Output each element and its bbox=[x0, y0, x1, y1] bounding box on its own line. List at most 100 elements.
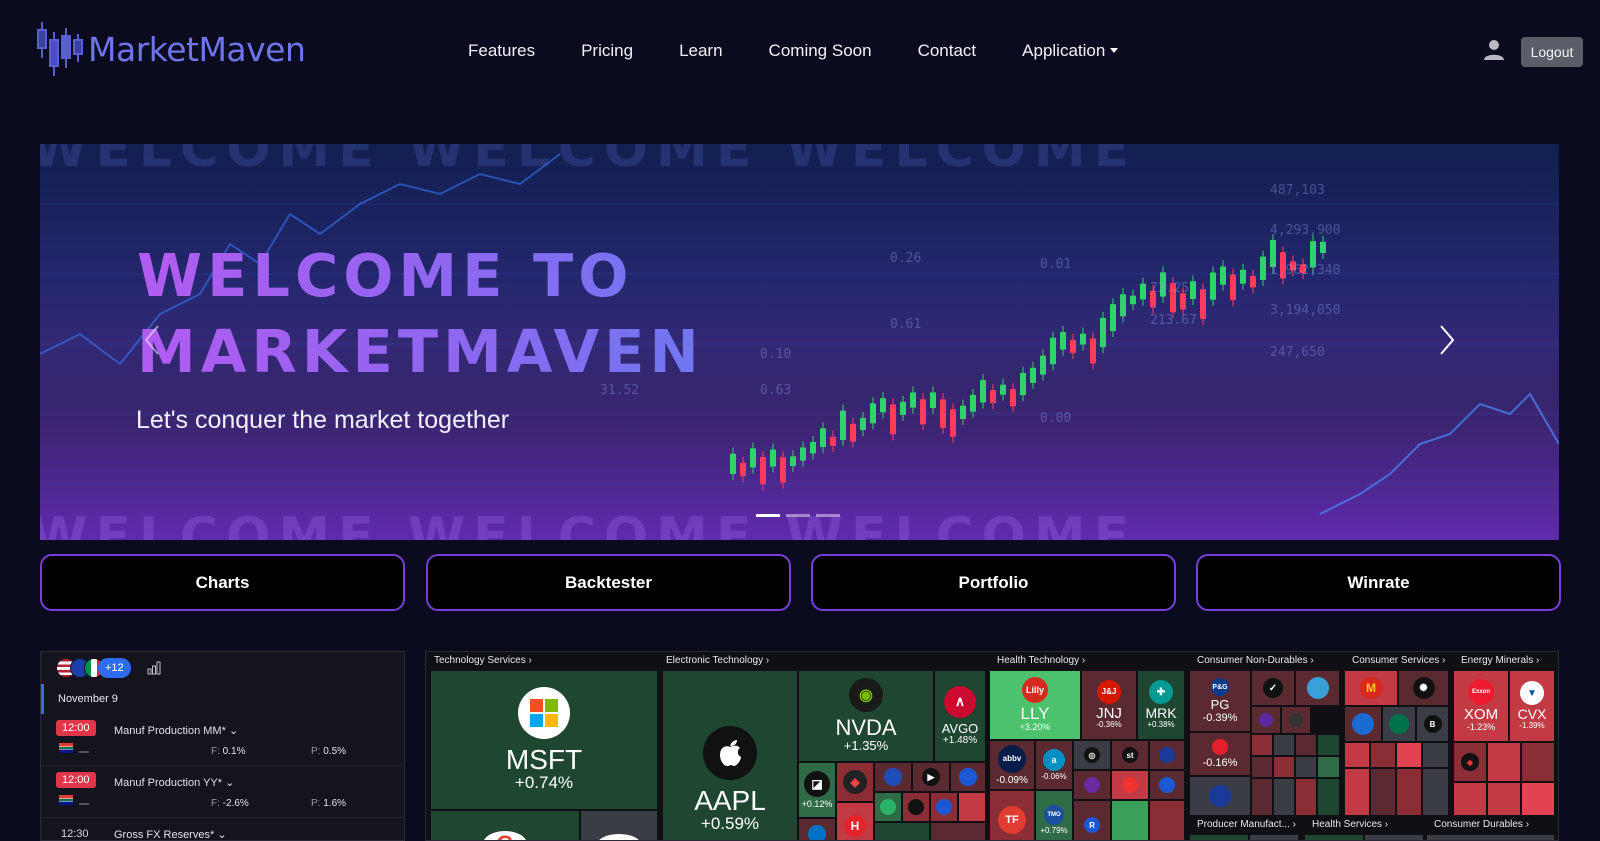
heatmap-tile-tile[interactable] bbox=[1149, 800, 1185, 840]
nav-contact[interactable]: Contact bbox=[918, 41, 977, 61]
heatmap-tile-tile[interactable] bbox=[1149, 740, 1185, 770]
heatmap-tile-tile[interactable] bbox=[902, 792, 930, 822]
heatmap-tile-tile[interactable] bbox=[1396, 768, 1422, 816]
heatmap-tile-tile[interactable] bbox=[874, 762, 912, 792]
heatmap-tile-tile[interactable] bbox=[1370, 742, 1396, 768]
heatmap-tile-tile[interactable] bbox=[1370, 768, 1396, 816]
heatmap-tile-tile[interactable] bbox=[1317, 778, 1340, 816]
importance-filter-icon[interactable] bbox=[147, 661, 161, 675]
heatmap-tile-tile[interactable]: st bbox=[1111, 740, 1149, 770]
heatmap-tile-tile[interactable] bbox=[1344, 768, 1370, 816]
heatmap-tile-tile[interactable] bbox=[1251, 756, 1273, 778]
carousel-dot[interactable] bbox=[816, 514, 840, 517]
heatmap-tile-msft[interactable]: MSFT +0.74% bbox=[430, 670, 658, 810]
heatmap-tile-mcd[interactable]: M bbox=[1344, 670, 1398, 706]
brand-logo[interactable]: MarketMaven bbox=[36, 18, 306, 80]
heatmap-tile-hon[interactable]: H bbox=[836, 802, 874, 840]
heatmap-tile-pm[interactable] bbox=[1189, 776, 1251, 816]
heatmap-tile-tile[interactable] bbox=[1281, 706, 1311, 734]
heatmap-tile-tile[interactable] bbox=[1295, 778, 1317, 816]
heatmap-tile-tfx[interactable]: TF bbox=[989, 790, 1035, 840]
nav-learn[interactable]: Learn bbox=[679, 41, 722, 61]
heatmap-tile-tile[interactable] bbox=[1487, 782, 1521, 816]
heatmap-tile-tile[interactable] bbox=[930, 792, 958, 822]
heatmap-tile-tile[interactable] bbox=[1426, 834, 1555, 840]
heatmap-tile-nvda[interactable]: ◉ NVDA +1.35% bbox=[798, 670, 934, 762]
heatmap-tile-cvx[interactable]: ▼ CVX -1.39% bbox=[1509, 670, 1555, 742]
sector-label[interactable]: Technology Services › bbox=[426, 652, 532, 670]
user-icon[interactable] bbox=[1483, 39, 1505, 61]
heatmap-tile-tile[interactable] bbox=[1073, 770, 1111, 800]
calendar-event-row[interactable]: 12:00 Manuf Production YY* ⌄ F: -2.6% P:… bbox=[41, 766, 404, 818]
sector-label[interactable]: Consumer Durables › bbox=[1426, 816, 1529, 834]
sector-label[interactable]: Health Technology › bbox=[989, 652, 1085, 670]
heatmap-tile-tile[interactable]: ▶ bbox=[912, 762, 950, 792]
heatmap-tile-tile[interactable] bbox=[1251, 706, 1281, 734]
heatmap-tile-tile[interactable] bbox=[1453, 782, 1487, 816]
nav-application-dropdown[interactable]: Application bbox=[1022, 41, 1119, 61]
sector-label[interactable]: Consumer Services › bbox=[1344, 652, 1445, 670]
sector-label[interactable]: Energy Minerals › bbox=[1453, 652, 1539, 670]
heatmap-tile-tile[interactable] bbox=[874, 792, 902, 822]
sector-label[interactable]: Health Services › bbox=[1304, 816, 1388, 834]
carousel-dot[interactable] bbox=[756, 514, 780, 517]
nav-features[interactable]: Features bbox=[468, 41, 535, 61]
carousel-dot[interactable] bbox=[786, 514, 810, 517]
heatmap-tile-nke[interactable]: ✓ bbox=[1251, 670, 1295, 706]
heatmap-tile-tile[interactable] bbox=[1111, 800, 1149, 840]
heatmap-tile-sbux[interactable] bbox=[1382, 706, 1416, 742]
heatmap-tile-dis[interactable] bbox=[1344, 706, 1382, 742]
heatmap-tile-qcom[interactable]: ◆ bbox=[836, 762, 874, 802]
heatmap-tile-pg[interactable]: P&G PG -0.39% bbox=[1189, 670, 1251, 732]
heatmap-tile-aapl[interactable]: AAPL +0.59% bbox=[662, 670, 798, 840]
winrate-button[interactable]: Winrate bbox=[1196, 554, 1561, 611]
heatmap-tile-cmcsa[interactable]: ✺ bbox=[1398, 670, 1449, 706]
heatmap-tile-tile[interactable] bbox=[958, 792, 986, 822]
heatmap-tile-abbv[interactable]: abbv -0.09% bbox=[989, 740, 1035, 790]
heatmap-tile-tile[interactable] bbox=[1317, 756, 1340, 778]
heatmap-tile-tile[interactable] bbox=[1273, 778, 1295, 816]
heatmap-tile-tile[interactable] bbox=[1317, 734, 1340, 756]
sector-label[interactable]: Consumer Non-Durables › bbox=[1189, 652, 1314, 670]
portfolio-button[interactable]: Portfolio bbox=[811, 554, 1176, 611]
heatmap-tile-tile[interactable] bbox=[1521, 782, 1555, 816]
carousel-next-icon[interactable] bbox=[1435, 322, 1459, 358]
heatmap-tile-lly[interactable]: Lilly LLY +3.20% bbox=[989, 670, 1081, 740]
heatmap-tile-meta[interactable]: ∞ bbox=[580, 810, 658, 840]
heatmap-tile-tile[interactable] bbox=[1422, 768, 1449, 816]
heatmap-tile-ko[interactable]: -0.16% bbox=[1189, 732, 1251, 776]
heatmap-tile-intc[interactable] bbox=[798, 818, 836, 840]
heatmap-tile-tile[interactable] bbox=[1149, 770, 1185, 800]
heatmap-tile-tile[interactable] bbox=[1251, 778, 1273, 816]
heatmap-tile-tmo[interactable]: TMO +0.79% bbox=[1035, 790, 1073, 840]
heatmap-tile-tile[interactable] bbox=[1344, 742, 1370, 768]
nav-coming-soon[interactable]: Coming Soon bbox=[769, 41, 872, 61]
heatmap-tile-tile[interactable] bbox=[1189, 834, 1249, 840]
heatmap-tile-googl[interactable]: G bbox=[430, 810, 580, 840]
chevron-down-icon[interactable]: ⌄ bbox=[229, 725, 238, 737]
heatmap-tile-amd[interactable]: ◪ +0.12% bbox=[798, 762, 836, 818]
heatmap-tile-bkng[interactable]: B bbox=[1416, 706, 1449, 742]
heatmap-tile-tile[interactable]: R bbox=[1073, 800, 1111, 840]
heatmap-tile-tile[interactable] bbox=[930, 822, 986, 840]
heatmap-tile-tile[interactable]: ◎ bbox=[1073, 740, 1111, 770]
heatmap-tile-tile[interactable] bbox=[1396, 742, 1422, 768]
heatmap-tile-tile[interactable] bbox=[1304, 834, 1364, 840]
chevron-down-icon[interactable]: ⌄ bbox=[225, 777, 234, 789]
heatmap-tile-avgo[interactable]: ∧ AVGO +1.48% bbox=[934, 670, 986, 762]
heatmap-tile-tile[interactable] bbox=[1487, 742, 1521, 782]
charts-button[interactable]: Charts bbox=[40, 554, 405, 611]
backtester-button[interactable]: Backtester bbox=[426, 554, 791, 611]
heatmap-tile-tile[interactable] bbox=[1273, 734, 1295, 756]
heatmap-tile-abt[interactable]: a -0.06% bbox=[1035, 740, 1073, 790]
heatmap-tile-tile[interactable] bbox=[874, 822, 930, 840]
heatmap-tile-tile[interactable] bbox=[950, 762, 986, 792]
heatmap-tile-tile[interactable] bbox=[1295, 756, 1317, 778]
heatmap-tile-tile[interactable] bbox=[1273, 756, 1295, 778]
heatmap-tile-tile[interactable] bbox=[1521, 742, 1555, 782]
sector-label[interactable]: Electronic Technology › bbox=[658, 652, 769, 670]
heatmap-tile-tile[interactable] bbox=[1364, 834, 1424, 840]
logout-button[interactable]: Logout bbox=[1521, 37, 1583, 67]
heatmap-tile-tile[interactable] bbox=[1111, 770, 1149, 800]
carousel-prev-icon[interactable] bbox=[140, 322, 164, 358]
